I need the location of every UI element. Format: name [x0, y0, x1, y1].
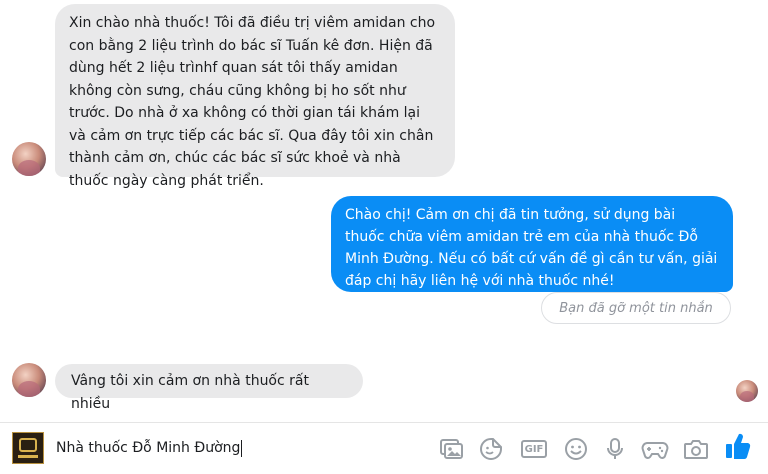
seen-indicator-avatar: [736, 380, 758, 402]
page-logo: [12, 432, 44, 464]
conversation-area: Xin chào nhà thuốc! Tôi đã điều trị viêm…: [0, 0, 768, 420]
microphone-icon[interactable]: [601, 435, 629, 463]
gif-label: GIF: [521, 440, 547, 458]
customer-avatar[interactable]: [12, 363, 46, 397]
customer-avatar[interactable]: [12, 142, 46, 176]
removed-message-notice: Bạn đã gỡ một tin nhắn: [541, 292, 731, 324]
game-icon[interactable]: [641, 435, 669, 463]
like-icon[interactable]: [724, 432, 752, 460]
message-input-text: Nhà thuốc Đỗ Minh Đường: [56, 440, 241, 456]
emoji-icon[interactable]: [562, 435, 590, 463]
message-composer: Nhà thuốc Đỗ Minh Đường GIF: [0, 422, 768, 474]
photo-icon[interactable]: [437, 435, 465, 463]
gif-icon[interactable]: GIF: [520, 435, 548, 463]
sticker-icon[interactable]: [477, 435, 505, 463]
incoming-message: Vâng tôi xin cảm ơn nhà thuốc rất nhiều: [55, 364, 363, 412]
message-input[interactable]: Nhà thuốc Đỗ Minh Đường: [56, 435, 426, 461]
incoming-message: Xin chào nhà thuốc! Tôi đã điều trị viêm…: [55, 4, 455, 189]
outgoing-message: Chào chị! Cảm ơn chị đã tin tưởng, sử dụ…: [331, 196, 733, 292]
text-caret: [241, 439, 243, 457]
camera-icon[interactable]: [682, 435, 710, 463]
